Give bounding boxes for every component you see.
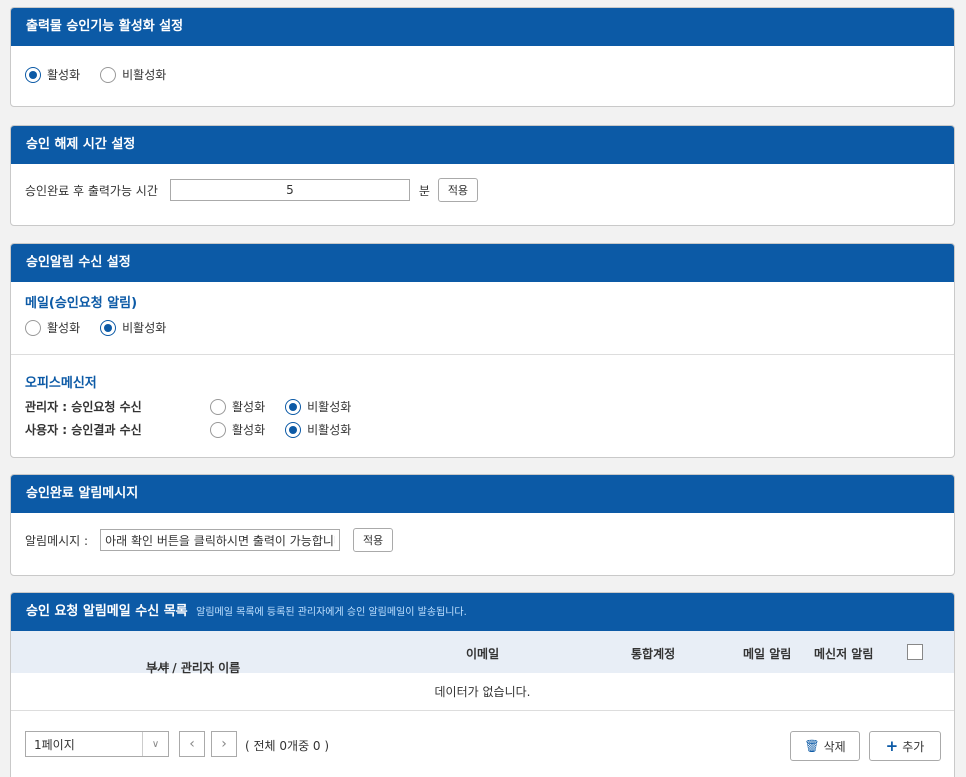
radio-unchecked-icon [25, 319, 41, 336]
next-page-button[interactable]: › [211, 731, 237, 757]
user-receive-label: 사용자 : 승인결과 수신 [25, 423, 142, 437]
radio-checked-icon [25, 66, 41, 83]
release-time-apply-button[interactable]: 적용 [437, 178, 478, 202]
total-count-text: ( 전체 0개중 0 ) [245, 739, 330, 753]
user-receive-enable-radio[interactable]: 활성화 [210, 421, 265, 438]
radio-unchecked-icon [210, 398, 226, 415]
complete-message-panel: 승인완료 알림메시지 알림메시지 : 적용 [10, 474, 955, 576]
mail-notify-title: 메일(승인요청 알림) [25, 296, 138, 311]
release-time-panel: 승인 해제 시간 설정 승인완료 후 출력가능 시간 분 적용 [10, 125, 955, 226]
section-divider [11, 354, 954, 355]
radio-unchecked-icon [210, 421, 226, 438]
complete-message-title: 승인완료 알림메시지 [11, 475, 954, 513]
user-receive-disable-radio[interactable]: 비활성화 [285, 421, 351, 438]
admin-receive-disable-radio[interactable]: 비활성화 [285, 398, 351, 415]
empty-row: 데이터가 없습니다. [11, 673, 954, 711]
chevron-right-icon: › [221, 736, 227, 752]
mail-list-hint: 알림메일 목록에 등록된 관리자에게 승인 알림메일이 발송됩니다. [196, 607, 467, 618]
trash-icon: 🗑 [804, 739, 820, 753]
plus-icon: + [885, 737, 899, 755]
output-approval-title: 출력물 승인기능 활성화 설정 [11, 8, 954, 46]
admin-receive-enable-radio[interactable]: 활성화 [210, 398, 265, 415]
mail-list-title: 승인 요청 알림메일 수신 목록 [26, 604, 188, 619]
release-time-input[interactable] [169, 179, 410, 201]
release-time-unit: 분 [418, 183, 430, 198]
release-time-title: 승인 해제 시간 설정 [11, 126, 954, 164]
delete-button[interactable]: 🗑 삭제 [790, 731, 860, 761]
mail-list-header: 승인 요청 알림메일 수신 목록 알림메일 목록에 등록된 관리자에게 승인 알… [11, 593, 954, 631]
notify-receive-panel: 승인알림 수신 설정 메일(승인요청 알림) 활성화 비활성화 오피스메신저 관… [10, 243, 955, 458]
sort-icon: ↓≡ [150, 659, 171, 673]
output-approval-panel: 출력물 승인기능 활성화 설정 활성화 비활성화 [10, 7, 955, 107]
mail-list-table-header: 부서 / 관리자 이름 ↓≡ 이메일 통합계정 메일 알림 메신저 알림 [11, 631, 954, 675]
complete-message-input[interactable] [100, 529, 341, 551]
chevron-left-icon: ‹ [189, 736, 195, 752]
radio-checked-icon [285, 421, 302, 438]
page-select[interactable]: 1페이지 ∨ [25, 731, 169, 757]
add-button[interactable]: + 추가 [869, 731, 941, 761]
column-integrated-account: 통합계정 [631, 647, 676, 661]
output-approval-disable-radio[interactable]: 비활성화 [100, 66, 166, 83]
chevron-down-icon: ∨ [142, 732, 168, 756]
release-time-label: 승인완료 후 출력가능 시간 [25, 183, 158, 198]
mail-notify-disable-radio[interactable]: 비활성화 [100, 319, 166, 336]
select-all-checkbox[interactable] [907, 644, 923, 660]
prev-page-button[interactable]: ‹ [179, 731, 205, 757]
messenger-title: 오피스메신저 [25, 376, 97, 391]
radio-unchecked-icon [100, 66, 117, 83]
mail-notify-enable-radio[interactable]: 활성화 [25, 319, 80, 336]
column-email: 이메일 [466, 647, 500, 661]
column-messenger-notify: 메신저 알림 [814, 647, 874, 661]
admin-receive-label: 관리자 : 승인요청 수신 [25, 400, 142, 414]
output-approval-enable-radio[interactable]: 활성화 [25, 66, 80, 83]
column-mail-notify: 메일 알림 [743, 647, 792, 661]
complete-message-label: 알림메시지 : [25, 533, 89, 548]
radio-checked-icon [285, 398, 302, 415]
notify-receive-title: 승인알림 수신 설정 [11, 244, 954, 282]
radio-checked-icon [100, 319, 117, 336]
complete-message-apply-button[interactable]: 적용 [353, 528, 394, 552]
mail-list-panel: 승인 요청 알림메일 수신 목록 알림메일 목록에 등록된 관리자에게 승인 알… [10, 592, 955, 777]
